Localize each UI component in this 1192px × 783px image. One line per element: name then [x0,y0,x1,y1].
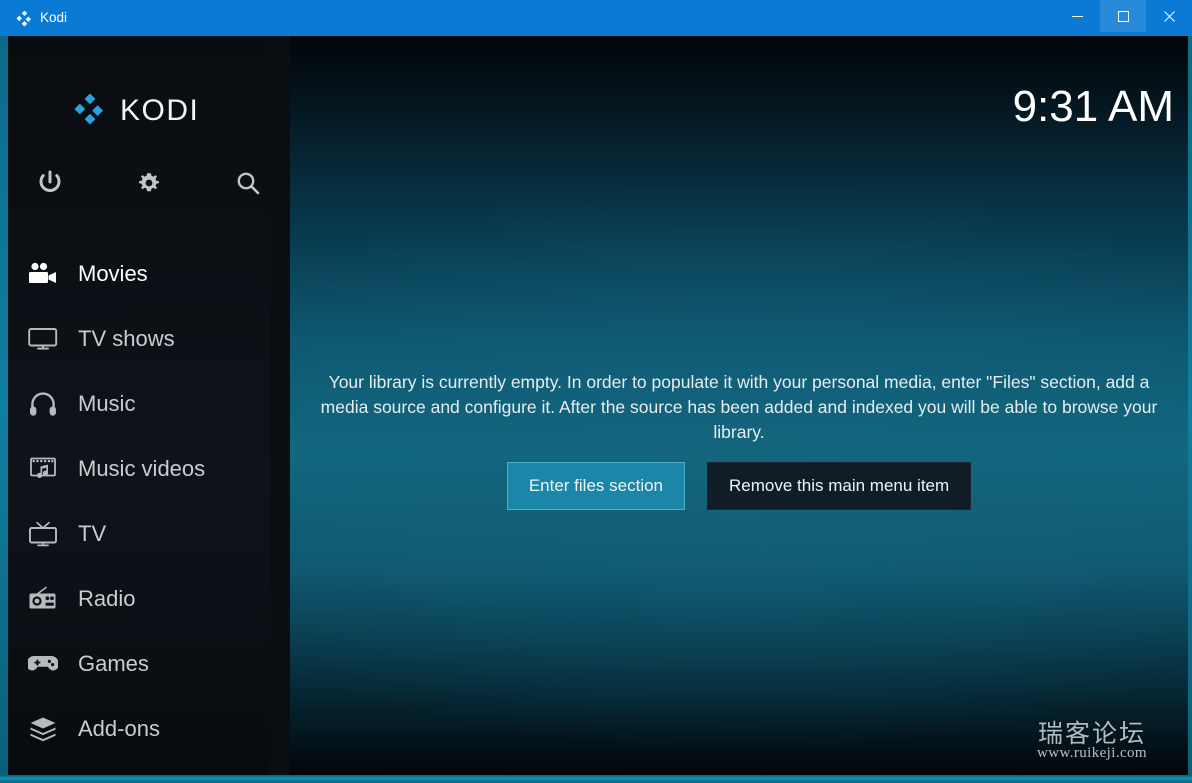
kodi-diamond-icon [73,92,107,130]
watermark-url: www.ruikeji.com [1036,745,1147,761]
sidebar-item-label: Music videos [78,455,206,481]
sidebar-item-label: Games [78,650,149,676]
kodi-brand-logo: KODI [73,92,199,130]
maximize-button[interactable] [1100,0,1146,32]
action-buttons: Enter files section Remove this main men… [290,462,1188,510]
sidebar-toolbar [8,161,290,205]
sidebar: KODI Movies TV shows Music Music videos … [8,36,290,775]
sidebar-menu: Movies TV shows Music Music videos TV Ra… [8,241,290,775]
sidebar-item-label: Radio [78,585,136,611]
sidebar-item-label: TV [78,520,107,546]
sidebar-item-music-videos[interactable]: Music videos [8,436,290,501]
watermark: 瑞客论坛 www.ruikeji.com [1006,713,1178,769]
sidebar-item-label: TV shows [78,325,175,351]
movie-camera-icon [26,259,60,289]
remove-main-menu-item-button[interactable]: Remove this main menu item [707,462,972,510]
sidebar-item-label: Music [78,390,136,416]
window-frame-bottom [0,775,1192,783]
headphones-icon [26,389,60,419]
sidebar-item-label: Add-ons [78,715,160,741]
kodi-logo-icon [16,10,33,27]
window-title: Kodi [40,10,68,25]
retro-tv-icon [26,519,60,549]
radio-icon [26,584,60,614]
window-frame-left [0,36,8,783]
sidebar-item-radio[interactable]: Radio [8,566,290,631]
sidebar-item-addons[interactable]: Add-ons [8,696,290,761]
television-icon [26,324,60,354]
minimize-button[interactable] [1054,0,1100,32]
sidebar-edge-fade [270,36,290,775]
clock: 9:31 AM [1012,82,1174,131]
title-bar: Kodi [0,0,1192,36]
gear-icon[interactable] [127,161,171,205]
kodi-wordmark: KODI [120,94,200,127]
main-panel: 9:31 AM Your library is currently empty.… [290,36,1188,775]
kodi-content: KODI Movies TV shows Music Music videos … [8,36,1188,775]
sidebar-item-games[interactable]: Games [8,631,290,696]
window-frame-right [1188,36,1192,783]
enter-files-section-button[interactable]: Enter files section [506,462,686,510]
addons-box-icon [26,714,60,744]
sidebar-item-movies[interactable]: Movies [8,241,290,306]
gamepad-icon [26,649,60,679]
sidebar-item-pictures[interactable]: Pictures [8,761,290,775]
empty-library-message: Your library is currently empty. In orde… [320,372,1158,442]
sidebar-item-music[interactable]: Music [8,371,290,436]
sidebar-item-label: Movies [78,260,148,286]
kodi-window: Kodi KODI Movies TV shows Music Music vi… [0,0,1192,783]
power-icon[interactable] [28,161,72,205]
close-button[interactable] [1146,0,1192,32]
search-icon[interactable] [226,161,270,205]
sidebar-item-tv-shows[interactable]: TV shows [8,306,290,371]
sidebar-item-tv[interactable]: TV [8,501,290,566]
film-music-icon [26,454,60,484]
watermark-text: 瑞客论坛 [1037,719,1146,748]
